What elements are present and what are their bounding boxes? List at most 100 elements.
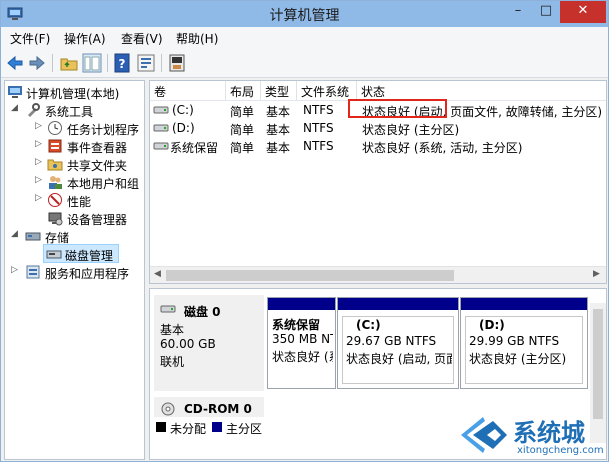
tree-item-system-tools[interactable]: ◢ 系统工具	[7, 101, 143, 119]
disk-0-label[interactable]: 磁盘 0 基本 60.00 GB 联机	[154, 295, 264, 391]
up-folder-icon[interactable]	[59, 53, 79, 73]
expand-arrow-icon[interactable]: ▷	[35, 175, 42, 185]
minimize-button[interactable]: –	[504, 1, 532, 23]
tree-item-label: 共享文件夹	[67, 159, 128, 173]
tree-item-device-manager[interactable]: 设备管理器	[7, 209, 143, 227]
disk-management-icon	[46, 250, 62, 259]
volume-name: (C:)	[172, 103, 194, 117]
volume-status: 状态良好 (系统, 活动, 主分区)	[362, 141, 523, 155]
column-header-status[interactable]: 状态	[357, 81, 606, 100]
column-header-filesystem[interactable]: 文件系统	[297, 81, 357, 100]
svg-text:?: ?	[119, 57, 126, 71]
menu-bar: 文件(F) 操作(A) 查看(V) 帮助(H)	[1, 27, 608, 49]
partition-name: (D:)	[479, 318, 505, 332]
partition-status: 状态良好 (主分区)	[469, 352, 567, 366]
volume-layout: 简单	[230, 123, 255, 137]
menu-file[interactable]: 文件(F)	[10, 30, 50, 47]
computer-management-window: 计算机管理 – □ ✕ 文件(F) 操作(A) 查看(V) 帮助(H) ? 计算…	[0, 0, 609, 462]
tree-item-shared-folders[interactable]: ▷ 共享文件夹	[7, 155, 143, 173]
collapse-arrow-icon[interactable]: ◢	[11, 229, 18, 239]
help-icon[interactable]: ?	[113, 53, 133, 73]
console-tree: 计算机管理(本地) ◢ 系统工具 ▷ 任务计划程序 ▷ 事件查看器 ▷ 共享文件…	[4, 80, 145, 460]
volume-filesystem: NTFS	[303, 103, 334, 117]
watermark-logo-icon	[461, 417, 507, 453]
column-header-volume[interactable]: 卷	[150, 81, 226, 100]
partition-size: 29.67 GB NTFS	[346, 334, 437, 348]
column-header-layout[interactable]: 布局	[226, 81, 261, 100]
horizontal-scrollbar[interactable]: ◀ ▶	[150, 266, 606, 283]
tree-item-label: 设备管理器	[67, 213, 128, 227]
event-viewer-icon	[48, 139, 62, 153]
title-bar[interactable]: 计算机管理 – □ ✕	[1, 1, 608, 27]
performance-icon	[48, 193, 62, 207]
tree-item-local-users-groups[interactable]: ▷ 本地用户和组	[7, 173, 143, 191]
scroll-right-arrow-icon[interactable]: ▶	[593, 269, 600, 279]
watermark-brand: 系统城	[513, 419, 585, 447]
tree-item-task-scheduler[interactable]: ▷ 任务计划程序	[7, 119, 143, 137]
properties-icon[interactable]	[136, 53, 156, 73]
back-arrow-icon[interactable]	[5, 53, 25, 73]
primary-partition-bar	[268, 298, 335, 310]
column-header-type[interactable]: 类型	[261, 81, 297, 100]
tree-item-event-viewer[interactable]: ▷ 事件查看器	[7, 137, 143, 155]
watermark: 系统城 xitongcheng.com	[457, 409, 607, 461]
volume-filesystem: NTFS	[303, 139, 334, 153]
collapse-arrow-icon[interactable]: ◢	[11, 103, 18, 113]
partition-c[interactable]: (C:) 29.67 GB NTFS 状态良好 (启动, 页面文件, 故障转储,…	[337, 297, 459, 389]
scroll-left-arrow-icon[interactable]: ◀	[154, 269, 161, 279]
tools-icon	[28, 103, 40, 117]
tree-item-label: 服务和应用程序	[45, 267, 130, 281]
toolbar: ?	[1, 49, 608, 78]
tree-item-label: 任务计划程序	[67, 123, 140, 137]
scrollbar-thumb[interactable]	[166, 270, 454, 281]
primary-swatch	[212, 422, 222, 432]
tree-item-label: 磁盘管理	[65, 249, 114, 263]
unallocated-swatch	[156, 422, 166, 432]
partition-status: 状态良好 (系统, 活动, 主分区)	[272, 350, 333, 364]
primary-partition-bar	[461, 298, 587, 310]
primary-partition-bar	[338, 298, 458, 310]
volume-name: (D:)	[172, 121, 195, 135]
forward-arrow-icon[interactable]	[27, 53, 47, 73]
volume-type: 基本	[266, 105, 291, 119]
legend-unallocated: 未分配	[170, 422, 207, 436]
volume-layout: 简单	[230, 141, 255, 155]
watermark-site: xitongcheng.com	[517, 445, 604, 456]
show-hide-console-tree-icon[interactable]	[82, 53, 102, 73]
expand-arrow-icon[interactable]: ▷	[35, 193, 42, 203]
volume-filesystem: NTFS	[303, 121, 334, 135]
services-icon	[26, 265, 40, 279]
expand-arrow-icon[interactable]: ▷	[11, 265, 18, 275]
expand-arrow-icon[interactable]: ▷	[35, 157, 42, 167]
disk-drive-icon	[160, 305, 176, 313]
scrollbar-thumb[interactable]	[593, 309, 603, 419]
volume-drive-icon	[153, 106, 169, 114]
close-button[interactable]: ✕	[560, 1, 606, 23]
maximize-button[interactable]: □	[532, 1, 560, 23]
expand-arrow-icon[interactable]: ▷	[35, 121, 42, 131]
cdrom-icon	[161, 402, 175, 416]
tree-item-services-applications[interactable]: ▷ 服务和应用程序	[7, 263, 143, 281]
storage-icon	[25, 232, 41, 241]
expand-arrow-icon[interactable]: ▷	[35, 139, 42, 149]
disk-settings-icon[interactable]	[167, 53, 187, 73]
tree-item-storage[interactable]: ◢ 存储	[7, 227, 143, 245]
tree-item-computer-management[interactable]: 计算机管理(本地)	[7, 83, 143, 101]
cdrom-name: CD-ROM 0	[184, 402, 252, 416]
partition-name: (C:)	[356, 318, 381, 332]
volume-status: 状态良好 (主分区)	[362, 123, 460, 137]
disk-name: 磁盘 0	[184, 305, 221, 319]
partition-d[interactable]: (D:) 29.99 GB NTFS 状态良好 (主分区)	[460, 297, 588, 389]
tree-item-disk-management[interactable]: 磁盘管理	[43, 244, 119, 263]
partition-name: 系统保留	[272, 318, 321, 332]
menu-action[interactable]: 操作(A)	[64, 30, 106, 47]
partition-system-reserved[interactable]: 系统保留 350 MB NTFS 状态良好 (系统, 活动, 主分区)	[267, 297, 336, 389]
menu-help[interactable]: 帮助(H)	[176, 30, 218, 47]
menu-view[interactable]: 查看(V)	[121, 30, 163, 47]
toolbar-separator	[107, 54, 108, 72]
tree-item-label: 本地用户和组	[67, 177, 140, 191]
disk-size: 60.00 GB	[160, 337, 216, 351]
volume-name: 系统保留	[170, 141, 219, 155]
tree-item-performance[interactable]: ▷ 性能	[7, 191, 143, 209]
partition-size: 350 MB NTFS	[272, 332, 333, 346]
